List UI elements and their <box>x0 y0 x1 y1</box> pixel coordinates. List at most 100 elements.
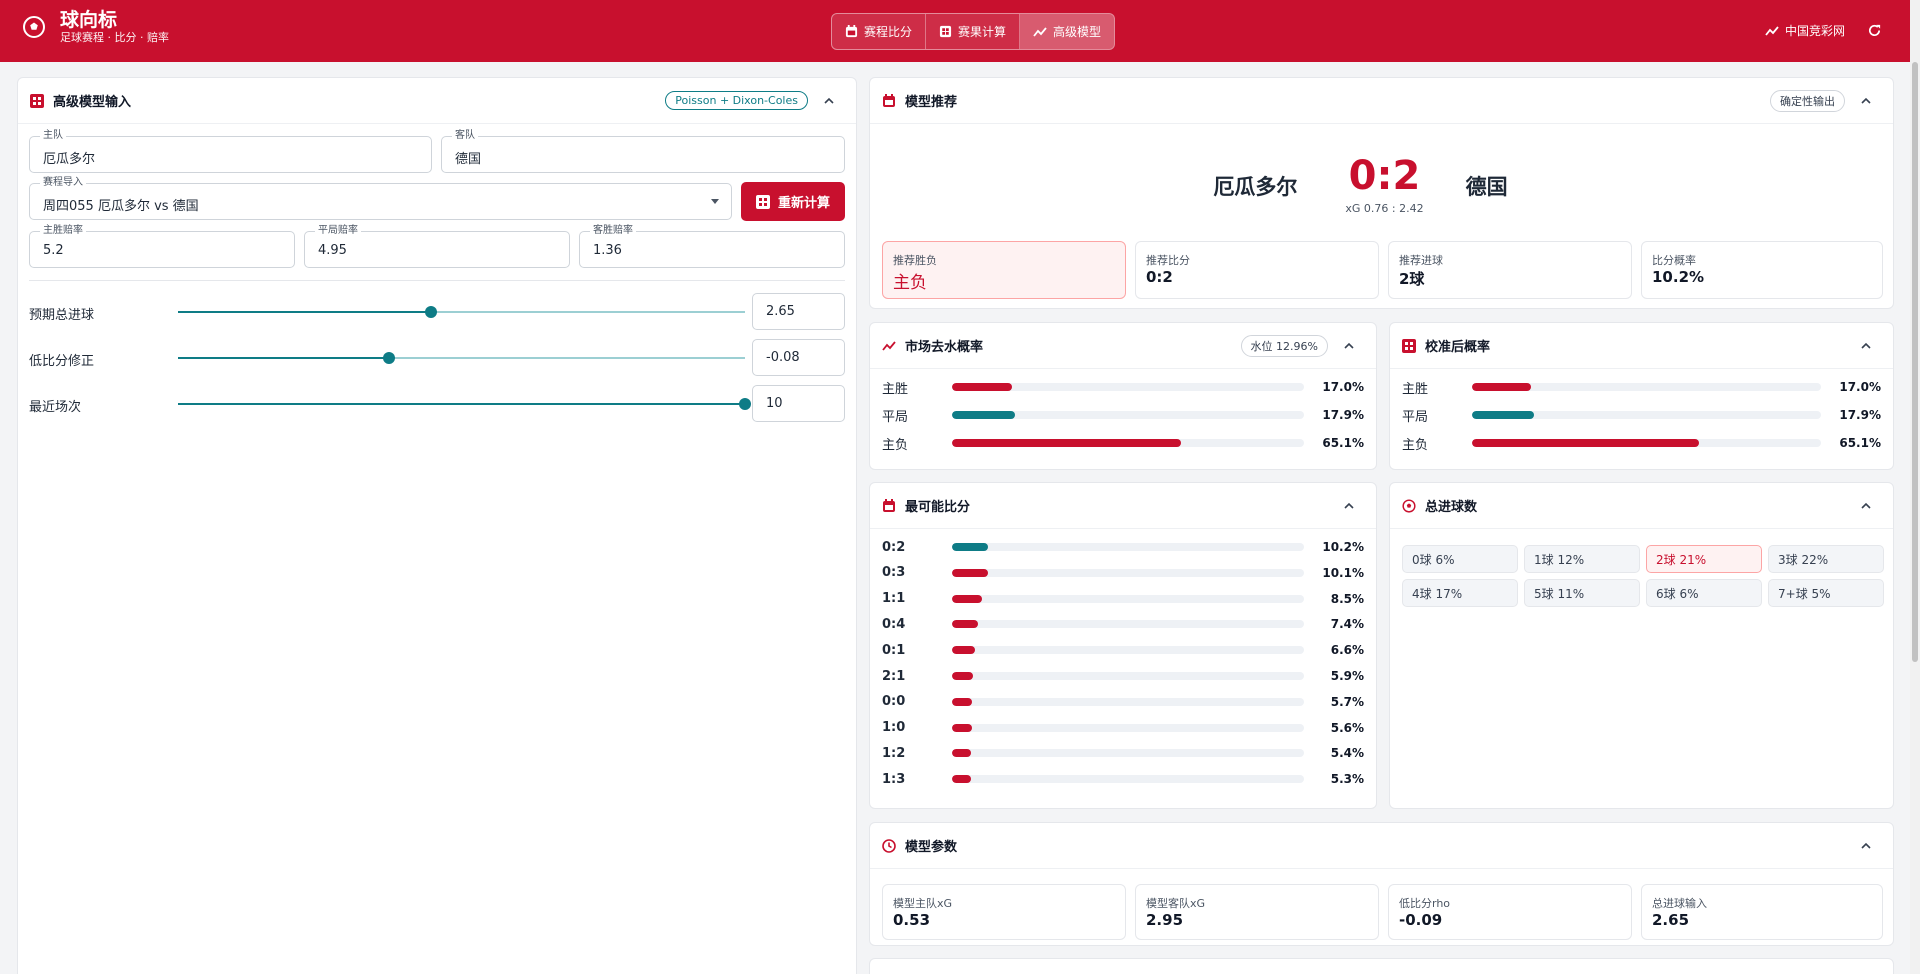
low-score-slider[interactable] <box>178 352 745 364</box>
stat-value: 主负 <box>893 273 927 293</box>
recalculate-button[interactable]: 重新计算 <box>741 182 845 221</box>
next-panel-edge <box>869 958 1894 974</box>
home-team-field[interactable]: 主队 厄瓜多尔 <box>29 130 432 173</box>
bar-label: 0:3 <box>882 565 906 581</box>
chevron-up-icon[interactable] <box>822 94 836 108</box>
away-team-field[interactable]: 客队 德国 <box>441 130 845 173</box>
slider-thumb[interactable] <box>383 352 396 364</box>
bar-label: 1:1 <box>882 591 906 607</box>
chevron-up-icon[interactable] <box>1342 499 1356 513</box>
recent-matches-input[interactable]: 10 <box>752 385 845 422</box>
chevron-up-icon[interactable] <box>1342 339 1356 353</box>
bar-track <box>952 594 1304 603</box>
slider-fill <box>178 403 745 405</box>
bar-value: 17.9% <box>1322 408 1364 422</box>
stat-score: 推荐比分 0:2 <box>1135 241 1379 299</box>
bar-track <box>952 697 1304 706</box>
stat-value: 2.65 <box>1652 911 1690 929</box>
field-value: 5.2 <box>43 243 64 258</box>
page-scrollbar[interactable] <box>1910 0 1920 974</box>
xg-readout: xG 0.76 : 2.42 <box>1345 202 1424 215</box>
recalculate-label: 重新计算 <box>777 196 830 211</box>
field-label: 客胜赔率 <box>590 225 636 237</box>
scrollbar-thumb[interactable] <box>1912 62 1918 662</box>
slider-label: 低比分修正 <box>29 354 95 369</box>
scores-panel: 最可能比分 0:2 10.2% 0:3 10.1% 1:1 8.5% 0:4 7.4% 0:1 6… <box>869 482 1377 809</box>
bar-track <box>952 439 1304 447</box>
goal-chip: 5球 11% <box>1524 579 1640 607</box>
calculator-icon <box>30 93 44 108</box>
bar-row: 1:2 5.4% <box>882 744 1364 762</box>
trend-icon <box>882 340 896 351</box>
field-value: 厄瓜多尔 <box>43 152 96 167</box>
clock-icon <box>882 838 896 853</box>
panel-title: 市场去水概率 <box>905 340 984 355</box>
match-import-select[interactable]: 赛程导入 周四055 厄瓜多尔 vs 德国 <box>29 177 732 220</box>
bar-track <box>952 568 1304 577</box>
tab-calculator[interactable]: 赛果计算 <box>926 14 1021 49</box>
caret-down-icon <box>711 199 719 204</box>
bar-fill <box>952 672 973 680</box>
chevron-up-icon[interactable] <box>1859 839 1873 853</box>
total-goals-input[interactable]: 2.65 <box>752 293 845 330</box>
bar-label: 0:1 <box>882 642 906 658</box>
bar-label: 1:3 <box>882 771 906 787</box>
bar-row: 0:4 7.4% <box>882 615 1364 633</box>
stat-probability: 比分概率 10.2% <box>1641 241 1883 299</box>
bar-fill <box>1472 411 1535 419</box>
home-odds-field[interactable]: 主胜赔率 5.2 <box>29 225 295 268</box>
slider-thumb[interactable] <box>424 306 437 318</box>
draw-odds-field[interactable]: 平局赔率 4.95 <box>304 225 570 268</box>
bar-track <box>952 620 1304 629</box>
bar-fill <box>952 697 973 706</box>
goal-chip: 1球 12% <box>1524 545 1640 573</box>
soccer-ball-icon <box>23 16 45 39</box>
bar-label: 1:2 <box>882 745 906 761</box>
main-nav: 赛程比分 赛果计算 高级模型 <box>831 13 1116 50</box>
stat-goals: 推荐进球 2球 <box>1388 241 1632 299</box>
bar-label: 1:0 <box>882 720 906 736</box>
panel-title: 模型参数 <box>905 840 958 855</box>
bar-fill <box>952 646 976 655</box>
field-value: 周四055 厄瓜多尔 vs 德国 <box>43 199 199 214</box>
field-value: 4.95 <box>318 243 347 258</box>
stat-label: 模型客队xG <box>1146 897 1206 910</box>
away-odds-field[interactable]: 客胜赔率 1.36 <box>579 225 845 268</box>
bar-row: 平局 17.9% <box>1402 406 1881 425</box>
slider-label: 最近场次 <box>29 400 82 415</box>
stat-label: 模型主队xG <box>893 897 953 910</box>
brand[interactable]: 球向标 足球赛程 · 比分 · 赔率 <box>22 9 169 44</box>
predicted-score: 0:2 <box>1348 153 1421 199</box>
chevron-up-icon[interactable] <box>1859 94 1873 108</box>
total-goals-slider[interactable] <box>178 306 745 318</box>
away-team-name: 德国 <box>1465 174 1508 199</box>
bar-fill <box>952 568 988 577</box>
bar-fill <box>952 775 971 784</box>
tab-schedule[interactable]: 赛程比分 <box>832 14 927 49</box>
param-home-xg: 模型主队xG 0.53 <box>882 884 1126 940</box>
bar-row: 1:1 8.5% <box>882 590 1364 608</box>
calendar-icon <box>845 25 858 38</box>
low-score-input[interactable]: -0.08 <box>752 339 845 376</box>
bar-fill <box>952 383 1012 391</box>
site-link[interactable]: 中国竞彩网 <box>1765 22 1845 39</box>
slider-fill <box>178 311 431 313</box>
refresh-icon[interactable] <box>1867 23 1882 38</box>
param-rho: 低比分rho -0.09 <box>1388 884 1632 940</box>
panel-title: 最可能比分 <box>905 500 971 515</box>
bar-track <box>952 775 1304 784</box>
stat-label: 推荐比分 <box>1146 254 1190 267</box>
slider-thumb[interactable] <box>739 398 751 410</box>
chevron-up-icon[interactable] <box>1859 339 1873 353</box>
bar-value: 8.5% <box>1330 591 1364 606</box>
stat-value: 0.53 <box>893 911 931 929</box>
param-away-xg: 模型客队xG 2.95 <box>1135 884 1379 940</box>
trend-icon <box>1033 26 1047 37</box>
tab-advanced-model[interactable]: 高级模型 <box>1020 14 1115 49</box>
recent-matches-slider[interactable] <box>178 398 751 410</box>
bar-track <box>952 723 1304 732</box>
bar-row: 0:1 6.6% <box>882 641 1364 659</box>
goal-chip: 7+球 5% <box>1768 579 1884 607</box>
bar-value: 5.3% <box>1330 772 1364 787</box>
chevron-up-icon[interactable] <box>1859 499 1873 513</box>
